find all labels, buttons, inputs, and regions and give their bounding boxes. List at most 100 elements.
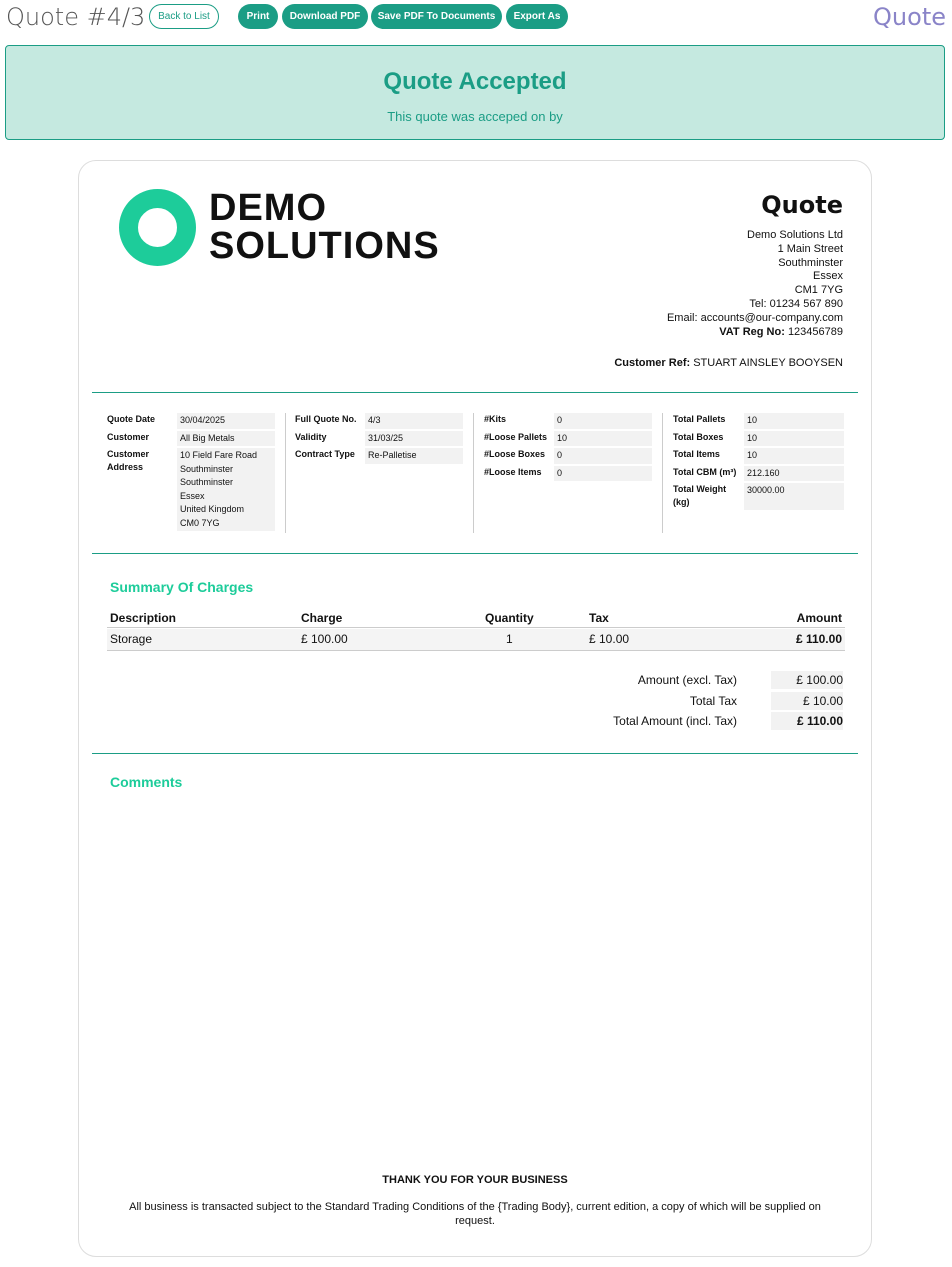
divider (92, 753, 858, 754)
address-line: Essex (180, 490, 205, 501)
customer-address-value: 10 Field Fare Road Southminster Southmin… (177, 448, 275, 531)
customer-ref-label: Customer Ref: (614, 357, 691, 369)
terms-text: All business is transacted subject to th… (129, 1201, 821, 1227)
total-tax-label: Total Tax (689, 693, 737, 708)
contract-type-value: Re-Palletise (365, 448, 463, 464)
customer-address-label-line2: Address (107, 462, 144, 472)
info-column-loose: #Kits 0 #Loose Pallets 10 #Loose Boxes 0… (484, 413, 654, 483)
quote-date-value: 30/04/2025 (177, 413, 275, 429)
divider (92, 553, 858, 554)
kits-value: 0 (554, 413, 652, 429)
logo-text: DEMO SOLUTIONS (209, 189, 440, 265)
banner-subtitle: This quote was acceped on by (387, 109, 563, 124)
export-as-button[interactable]: Export As (506, 4, 568, 29)
company-county: Essex (813, 270, 843, 283)
col-tax: Tax (589, 611, 609, 625)
contract-type-label: Contract Type (295, 449, 355, 459)
customer-address-label: Customer Address (107, 448, 149, 474)
loose-boxes-value: 0 (554, 448, 652, 464)
total-boxes-value: 10 (744, 430, 844, 446)
column-separator (662, 413, 663, 533)
total-weight-label: Total Weight (kg) (673, 483, 726, 509)
quote-accepted-banner: Quote Accepted This quote was acceped on… (5, 45, 945, 140)
vat-label: VAT Reg No: (719, 325, 785, 338)
table-row: Storage £ 100.00 1 £ 10.00 £ 110.00 (107, 629, 845, 651)
address-line: Southminster (180, 477, 234, 487)
total-items-label: Total Items (673, 449, 720, 459)
total-cbm-value: 212.160 (744, 465, 844, 481)
total-cbm-label: Total CBM (m³) (673, 466, 737, 477)
total-amount-label: Total Amount (incl. Tax) (613, 714, 737, 728)
customer-address-label-line1: Customer (107, 449, 150, 459)
col-amount: Amount (796, 611, 842, 625)
amount-excl-tax-label: Amount (excl. Tax) (637, 673, 737, 687)
total-pallets-value: 10 (744, 413, 844, 429)
top-toolbar: Quote #4/3 Back to List Print Download P… (0, 0, 952, 36)
full-quote-no-value: 4/3 (365, 413, 463, 429)
download-pdf-button[interactable]: Download PDF (282, 4, 368, 29)
full-quote-no-label: Full Quote No. (295, 414, 357, 424)
back-to-list-button[interactable]: Back to List (149, 4, 219, 29)
company-vat: VAT Reg No: 123456789 (667, 326, 843, 340)
charges-table-header: Description Charge Quantity Tax Amount (107, 608, 845, 628)
total-weight-label-line2: (kg) (673, 497, 690, 507)
row-quantity: 1 (506, 632, 513, 646)
address-line: 10 Field Fare Road (180, 450, 258, 460)
quote-document: DEMO SOLUTIONS Quote Demo Solutions Ltd … (78, 160, 872, 1257)
loose-boxes-label: #Loose Boxes (484, 449, 546, 459)
col-quantity: Quantity (485, 611, 534, 625)
row-description: Storage (110, 632, 153, 646)
summary-of-charges-title: Summary Of Charges (110, 579, 254, 595)
divider (92, 392, 858, 393)
total-items-value: 10 (744, 448, 844, 464)
column-separator (285, 413, 286, 533)
document-heading: Quote (761, 191, 843, 219)
banner-title: Quote Accepted (383, 68, 567, 95)
amount-excl-tax-value: £ 100.00 (771, 671, 843, 689)
save-pdf-to-documents-button[interactable]: Save PDF To Documents (371, 4, 502, 29)
column-separator (473, 413, 474, 533)
company-tel: Tel: 01234 567 890 (749, 297, 843, 310)
totals-block: Amount (excl. Tax) £ 100.00 Total Tax £ … (523, 671, 843, 733)
section-title-right: Quote (873, 3, 946, 31)
comments-title: Comments (110, 774, 183, 790)
company-street: 1 Main Street (777, 242, 843, 255)
col-description: Description (110, 611, 177, 625)
company-logo: DEMO SOLUTIONS (119, 189, 479, 269)
validity-label: Validity (295, 431, 327, 442)
loose-pallets-value: 10 (554, 430, 652, 446)
info-column-quote: Quote Date 30/04/2025 Customer All Big M… (107, 413, 277, 531)
total-tax-value: £ 10.00 (771, 691, 843, 710)
logo-ring-icon (119, 189, 196, 266)
row-tax: £ 10.00 (589, 632, 630, 646)
company-details: Quote Demo Solutions Ltd 1 Main Street S… (667, 191, 843, 339)
vat-value: 123456789 (787, 325, 843, 338)
company-town: Southminster (778, 256, 843, 269)
customer-value: All Big Metals (177, 430, 275, 446)
total-pallets-label: Total Pallets (673, 414, 726, 424)
print-button[interactable]: Print (238, 4, 278, 29)
validity-value: 31/03/25 (365, 430, 463, 446)
address-line: CM0 7YG (180, 517, 220, 528)
thank-you-text: THANK YOU FOR YOUR BUSINESS (382, 1174, 568, 1186)
kits-label: #Kits (484, 414, 507, 424)
logo-line-2: SOLUTIONS (209, 225, 440, 267)
info-column-contract: Full Quote No. 4/3 Validity 31/03/25 Con… (295, 413, 465, 466)
row-charge: £ 100.00 (301, 632, 348, 646)
logo-line-1: DEMO (209, 187, 327, 229)
total-weight-value: 30000.00 (744, 483, 844, 510)
info-column-totals: Total Pallets 10 Total Boxes 10 Total It… (673, 413, 845, 510)
company-name: Demo Solutions Ltd (747, 229, 843, 241)
customer-ref-value: STUART AINSLEY BOOYSEN (693, 357, 843, 369)
customer-label: Customer (107, 431, 150, 442)
page-title: Quote #4/3 (6, 3, 146, 31)
total-amount-value: £ 110.00 (771, 712, 843, 730)
row-amount: £ 110.00 (795, 632, 842, 646)
loose-items-label: #Loose Items (484, 466, 542, 477)
quote-date-label: Quote Date (107, 414, 156, 424)
col-charge: Charge (301, 611, 343, 625)
address-line: United Kingdom (180, 504, 245, 514)
total-weight-label-line1: Total Weight (673, 484, 727, 494)
company-email: Email: accounts@our-company.com (666, 311, 843, 324)
company-postcode: CM1 7YG (794, 284, 843, 297)
